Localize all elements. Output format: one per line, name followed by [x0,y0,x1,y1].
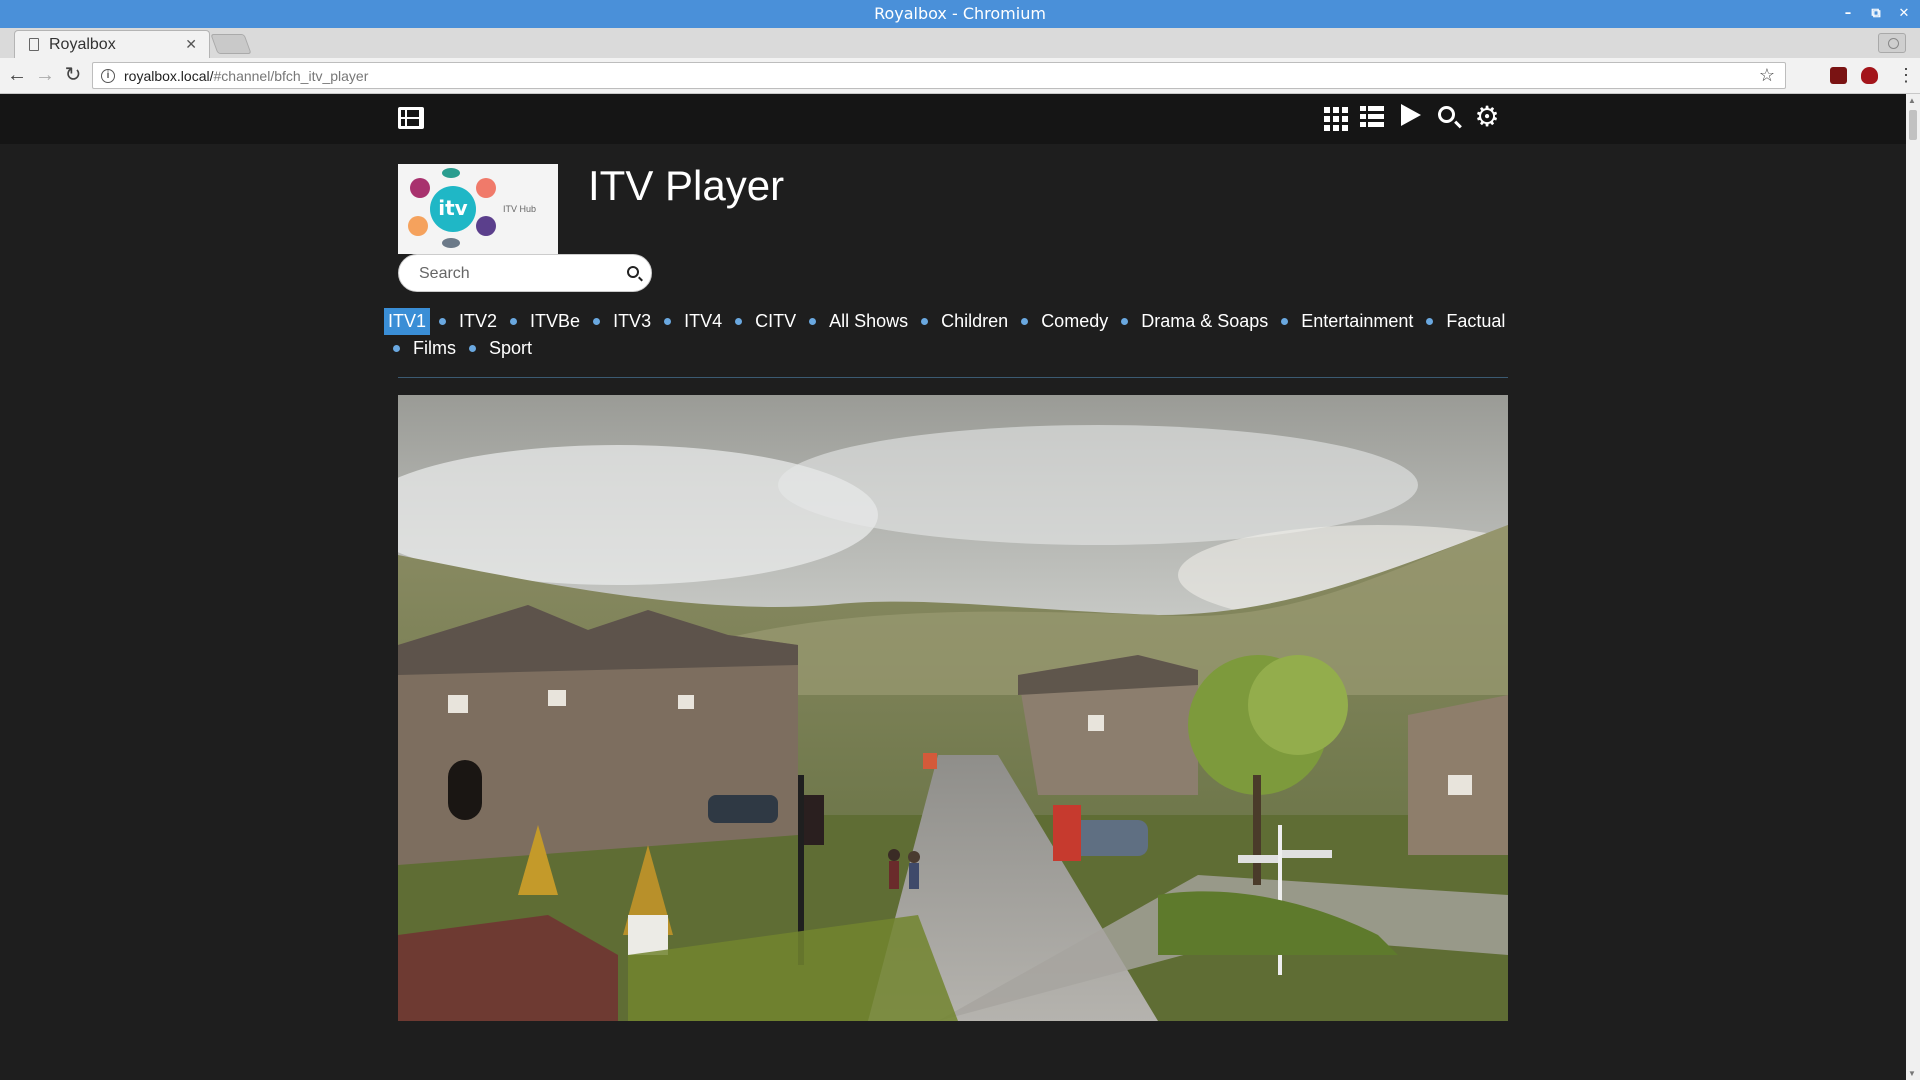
category-link-itv1[interactable]: ITV1 [384,308,431,335]
url-host: royalbox.local/ [124,67,214,84]
category-separator-dot [439,317,447,325]
bookmark-star-icon[interactable]: ☆ [1759,65,1775,86]
search-submit-icon[interactable] [627,266,639,278]
category-link-children[interactable]: Children [937,308,1012,335]
url-path: #channel/bfch_itv_player [213,67,369,84]
category-link-itv4[interactable]: ITV4 [680,308,726,335]
search-icon[interactable] [1436,104,1462,130]
film-icon[interactable] [398,107,424,129]
category-separator-dot [1021,317,1029,325]
forward-arrow-icon[interactable]: → [34,64,56,86]
category-separator-dot [593,317,601,325]
search-box[interactable] [398,254,652,292]
play-icon[interactable] [1398,104,1424,130]
window-title: Royalbox - Chromium [874,4,1046,23]
category-link-sport[interactable]: Sport [485,335,536,362]
minimize-icon[interactable]: – [1842,0,1854,28]
maximize-icon[interactable]: ⧉ [1870,0,1882,28]
back-arrow-icon[interactable]: ← [6,64,28,86]
browser-tab[interactable]: Royalbox ✕ [14,30,210,58]
category-link-itvbe[interactable]: ITVBe [526,308,584,335]
category-separator-dot [1121,317,1129,325]
scroll-down-arrow-icon[interactable]: ▼ [1908,1069,1916,1078]
extension-icon[interactable] [1830,67,1847,84]
new-tab-button[interactable] [210,34,252,54]
category-nav: ITV1 ITV2 ITVBe ITV3 ITV4 CITV All Shows Childr… [384,308,1514,362]
close-window-icon[interactable]: ✕ [1898,0,1910,28]
document-icon [29,38,39,51]
browser-toolbar: ← → ↻ i royalbox.local/#channel/bfch_itv… [0,58,1920,94]
category-separator-dot [921,317,929,325]
category-link-comedy[interactable]: Comedy [1037,308,1112,335]
page-title: ITV Player [588,162,785,209]
itv-logo-text: itv [430,186,476,232]
category-separator-dot [735,317,743,325]
category-separator-dot [1281,317,1289,325]
address-bar[interactable]: i royalbox.local/#channel/bfch_itv_playe… [92,62,1786,89]
tab-title: Royalbox [49,35,116,53]
scrollbar-thumb[interactable] [1909,110,1917,140]
ublock-shield-icon[interactable] [1861,67,1878,84]
settings-gear-icon[interactable]: ⚙ [1474,103,1500,131]
category-separator-dot [664,317,672,325]
site-info-icon[interactable]: i [101,68,115,83]
category-link-citv[interactable]: CITV [751,308,800,335]
reload-icon[interactable]: ↻ [62,64,84,86]
category-link-itv3[interactable]: ITV3 [609,308,655,335]
category-separator-dot [809,317,817,325]
grid-view-icon[interactable] [1324,105,1348,131]
scroll-up-arrow-icon[interactable]: ▲ [1908,96,1916,105]
page-scrollbar[interactable]: ▲ ▼ [1906,94,1920,1080]
category-link-entertainment[interactable]: Entertainment [1297,308,1417,335]
browser-menu-icon[interactable]: ⋮ [1897,64,1915,86]
category-link-films[interactable]: Films [409,335,460,362]
profile-icon[interactable] [1878,33,1906,53]
channel-logo: itv ITV Hub [398,164,558,254]
web-page: ⚙ itv ITV Hub ITV Player ITV1ITV2ITVBeIT… [0,94,1906,1080]
category-link-all-shows[interactable]: All Shows [825,308,912,335]
category-separator-dot [393,344,400,352]
category-separator-dot [1426,317,1434,325]
divider [398,377,1508,378]
tab-strip: Royalbox ✕ [0,28,1920,58]
category-link-factual[interactable]: Factual [1442,308,1509,335]
window-title-bar: Royalbox - Chromium – ⧉ ✕ [0,0,1920,28]
category-separator-dot [510,317,518,325]
category-link-drama-soaps[interactable]: Drama & Soaps [1137,308,1272,335]
village-landscape-image [398,395,1508,1021]
logo-caption: ITV Hub [503,204,537,214]
search-input[interactable] [419,263,609,285]
site-header: ⚙ [0,94,1906,144]
featured-image[interactable] [398,395,1508,1021]
list-view-icon[interactable] [1360,104,1386,130]
category-link-itv2[interactable]: ITV2 [455,308,501,335]
category-separator-dot [469,344,476,352]
tab-close-icon[interactable]: ✕ [185,36,197,53]
